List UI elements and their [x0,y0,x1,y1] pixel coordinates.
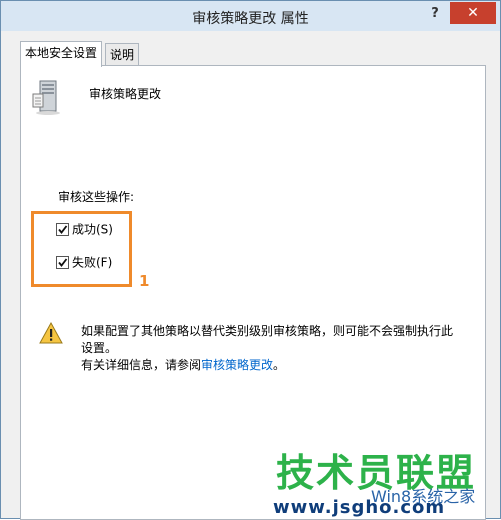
tab-local-security-setting[interactable]: 本地安全设置 [20,41,103,67]
audit-policy-change-link[interactable]: 审核策略更改 [201,358,273,372]
warning-line-3: 有关详细信息，请参阅审核策略更改。 [81,357,476,374]
server-policy-icon [31,80,61,116]
annotation-number: 1 [139,272,150,290]
warning-line-1: 如果配置了其他策略以替代类别级别审核策略，则可能不会强制执行此 [81,324,454,338]
policy-name: 审核策略更改 [89,87,162,101]
warning-message: 如果配置了其他策略以替代类别级别审核策略，则可能不会强制执行此 设置。 有关详细… [81,323,476,374]
warning-line-3-prefix: 有关详细信息，请参阅 [81,358,202,372]
close-button[interactable]: ✕ [450,2,496,24]
properties-dialog: 审核策略更改 属性 ? ✕ 本地安全设置 说明 审核策略更改 审核这些操作: 成… [0,0,501,520]
title-bar: 审核策略更改 属性 ? ✕ [1,1,500,31]
warning-line-3-suffix: 。 [273,358,286,372]
watermark-url: www.jsgho.com [273,497,446,518]
annotation-highlight-box [31,211,132,287]
audit-operations-label: 审核这些操作: [58,190,135,204]
help-button[interactable]: ? [424,4,446,24]
warning-line-2: 设置。 [81,341,118,355]
tab-explain[interactable]: 说明 [105,43,140,66]
warning-icon [39,321,63,344]
